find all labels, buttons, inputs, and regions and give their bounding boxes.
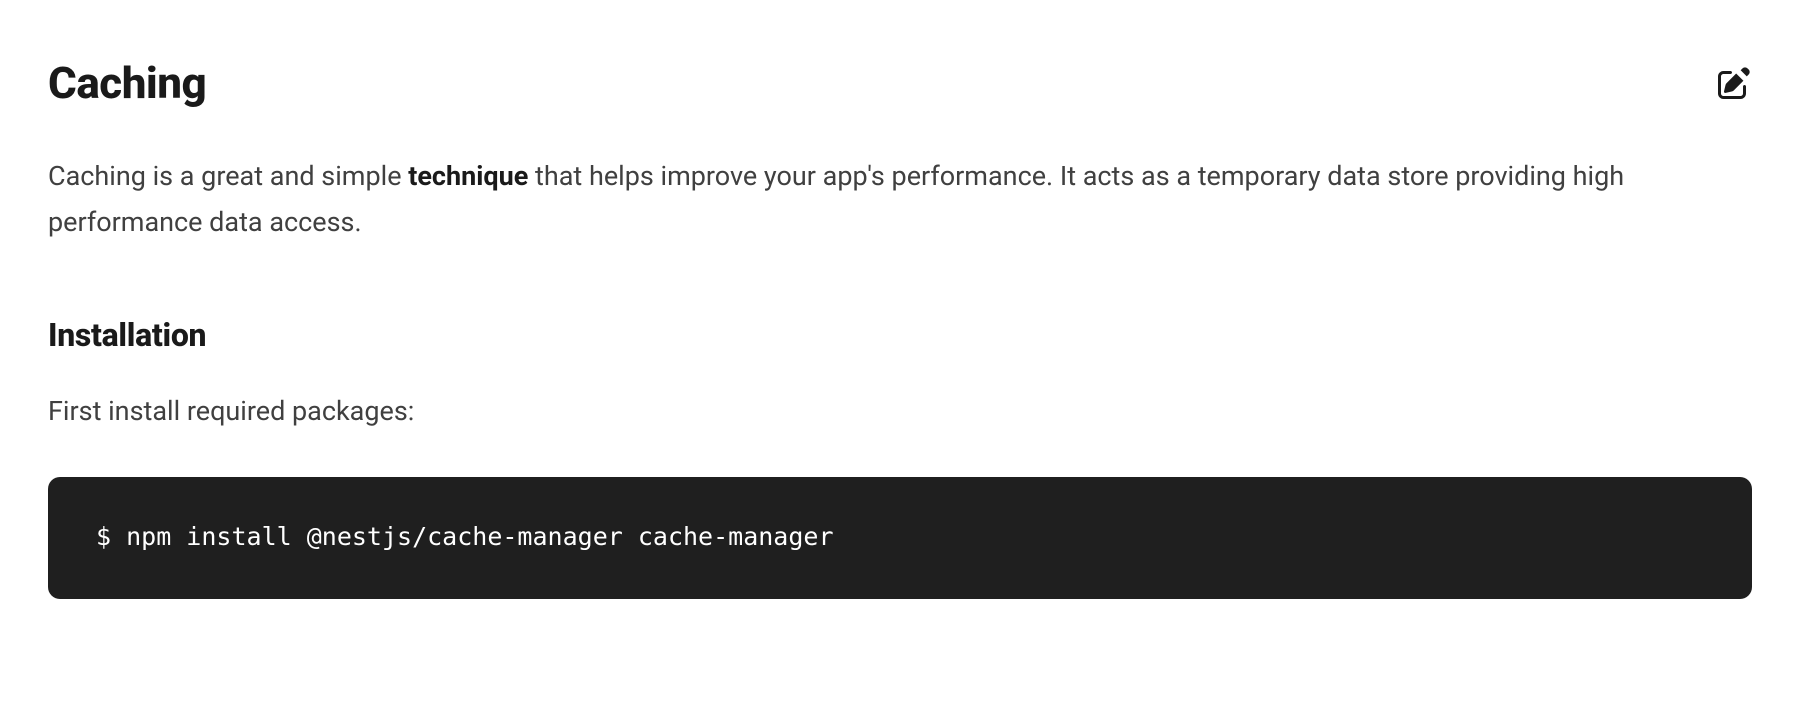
page-header: Caching xyxy=(48,48,1752,118)
intro-text-before: Caching is a great and simple xyxy=(48,160,408,192)
page-title: Caching xyxy=(48,48,206,118)
section-heading-installation: Installation xyxy=(48,310,1752,361)
code-content: $ npm install @nestjs/cache-manager cach… xyxy=(96,522,834,551)
edit-button[interactable] xyxy=(1716,65,1752,101)
code-block: $ npm install @nestjs/cache-manager cach… xyxy=(48,477,1752,599)
intro-paragraph: Caching is a great and simple technique … xyxy=(48,154,1752,246)
section-text: First install required packages: xyxy=(48,389,1752,435)
edit-icon xyxy=(1718,67,1750,99)
intro-text-bold: technique xyxy=(408,160,528,192)
